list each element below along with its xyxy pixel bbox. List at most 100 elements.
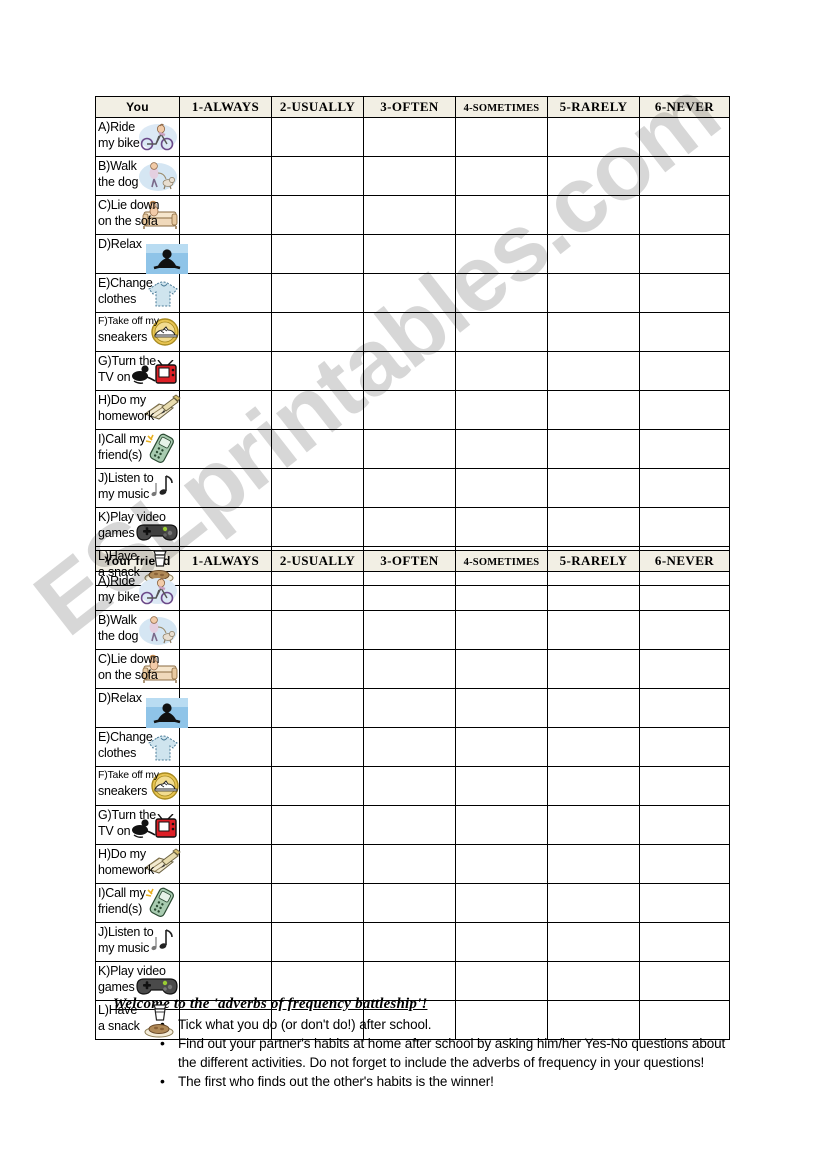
tick-cell-usually[interactable] xyxy=(271,468,364,508)
tick-cell-often[interactable] xyxy=(363,273,456,313)
tick-cell-often[interactable] xyxy=(363,649,456,689)
tick-cell-always[interactable] xyxy=(179,234,272,274)
tick-cell-rarely[interactable] xyxy=(547,234,640,274)
tick-cell-often[interactable] xyxy=(363,805,456,845)
tick-cell-sometimes[interactable] xyxy=(455,195,548,235)
tick-cell-usually[interactable] xyxy=(271,922,364,962)
tick-cell-sometimes[interactable] xyxy=(455,351,548,391)
tick-cell-rarely[interactable] xyxy=(547,649,640,689)
tick-cell-rarely[interactable] xyxy=(547,688,640,728)
tick-cell-usually[interactable] xyxy=(271,961,364,1001)
tick-cell-often[interactable] xyxy=(363,766,456,806)
tick-cell-sometimes[interactable] xyxy=(455,234,548,274)
tick-cell-never[interactable] xyxy=(639,312,730,352)
tick-cell-usually[interactable] xyxy=(271,429,364,469)
tick-cell-rarely[interactable] xyxy=(547,273,640,313)
tick-cell-never[interactable] xyxy=(639,844,730,884)
tick-cell-usually[interactable] xyxy=(271,156,364,196)
tick-cell-usually[interactable] xyxy=(271,195,364,235)
tick-cell-often[interactable] xyxy=(363,312,456,352)
tick-cell-often[interactable] xyxy=(363,195,456,235)
tick-cell-sometimes[interactable] xyxy=(455,883,548,923)
tick-cell-often[interactable] xyxy=(363,922,456,962)
tick-cell-sometimes[interactable] xyxy=(455,844,548,884)
tick-cell-sometimes[interactable] xyxy=(455,688,548,728)
tick-cell-always[interactable] xyxy=(179,844,272,884)
tick-cell-always[interactable] xyxy=(179,351,272,391)
tick-cell-never[interactable] xyxy=(639,195,730,235)
tick-cell-sometimes[interactable] xyxy=(455,727,548,767)
tick-cell-often[interactable] xyxy=(363,610,456,650)
tick-cell-usually[interactable] xyxy=(271,507,364,547)
tick-cell-usually[interactable] xyxy=(271,117,364,157)
tick-cell-often[interactable] xyxy=(363,117,456,157)
tick-cell-usually[interactable] xyxy=(271,234,364,274)
tick-cell-often[interactable] xyxy=(363,351,456,391)
tick-cell-always[interactable] xyxy=(179,727,272,767)
tick-cell-rarely[interactable] xyxy=(547,922,640,962)
tick-cell-sometimes[interactable] xyxy=(455,156,548,196)
tick-cell-sometimes[interactable] xyxy=(455,571,548,611)
tick-cell-sometimes[interactable] xyxy=(455,468,548,508)
tick-cell-always[interactable] xyxy=(179,429,272,469)
tick-cell-often[interactable] xyxy=(363,844,456,884)
tick-cell-never[interactable] xyxy=(639,649,730,689)
tick-cell-never[interactable] xyxy=(639,883,730,923)
tick-cell-rarely[interactable] xyxy=(547,507,640,547)
tick-cell-never[interactable] xyxy=(639,766,730,806)
tick-cell-always[interactable] xyxy=(179,390,272,430)
tick-cell-rarely[interactable] xyxy=(547,571,640,611)
tick-cell-always[interactable] xyxy=(179,571,272,611)
tick-cell-often[interactable] xyxy=(363,390,456,430)
tick-cell-rarely[interactable] xyxy=(547,390,640,430)
tick-cell-never[interactable] xyxy=(639,429,730,469)
tick-cell-sometimes[interactable] xyxy=(455,961,548,1001)
tick-cell-always[interactable] xyxy=(179,507,272,547)
tick-cell-never[interactable] xyxy=(639,961,730,1001)
tick-cell-often[interactable] xyxy=(363,727,456,767)
tick-cell-sometimes[interactable] xyxy=(455,117,548,157)
tick-cell-always[interactable] xyxy=(179,195,272,235)
tick-cell-rarely[interactable] xyxy=(547,883,640,923)
tick-cell-often[interactable] xyxy=(363,688,456,728)
tick-cell-always[interactable] xyxy=(179,766,272,806)
tick-cell-usually[interactable] xyxy=(271,351,364,391)
tick-cell-rarely[interactable] xyxy=(547,351,640,391)
tick-cell-sometimes[interactable] xyxy=(455,649,548,689)
tick-cell-usually[interactable] xyxy=(271,688,364,728)
tick-cell-often[interactable] xyxy=(363,429,456,469)
tick-cell-rarely[interactable] xyxy=(547,805,640,845)
tick-cell-rarely[interactable] xyxy=(547,961,640,1001)
tick-cell-usually[interactable] xyxy=(271,727,364,767)
tick-cell-never[interactable] xyxy=(639,805,730,845)
tick-cell-sometimes[interactable] xyxy=(455,610,548,650)
tick-cell-often[interactable] xyxy=(363,883,456,923)
tick-cell-never[interactable] xyxy=(639,571,730,611)
tick-cell-sometimes[interactable] xyxy=(455,273,548,313)
tick-cell-usually[interactable] xyxy=(271,610,364,650)
tick-cell-always[interactable] xyxy=(179,468,272,508)
tick-cell-never[interactable] xyxy=(639,507,730,547)
tick-cell-sometimes[interactable] xyxy=(455,922,548,962)
tick-cell-usually[interactable] xyxy=(271,766,364,806)
tick-cell-never[interactable] xyxy=(639,273,730,313)
tick-cell-often[interactable] xyxy=(363,571,456,611)
tick-cell-usually[interactable] xyxy=(271,844,364,884)
tick-cell-sometimes[interactable] xyxy=(455,429,548,469)
tick-cell-usually[interactable] xyxy=(271,649,364,689)
tick-cell-usually[interactable] xyxy=(271,805,364,845)
tick-cell-usually[interactable] xyxy=(271,312,364,352)
tick-cell-sometimes[interactable] xyxy=(455,766,548,806)
tick-cell-rarely[interactable] xyxy=(547,468,640,508)
tick-cell-rarely[interactable] xyxy=(547,195,640,235)
tick-cell-always[interactable] xyxy=(179,922,272,962)
tick-cell-rarely[interactable] xyxy=(547,312,640,352)
tick-cell-never[interactable] xyxy=(639,610,730,650)
tick-cell-always[interactable] xyxy=(179,610,272,650)
tick-cell-always[interactable] xyxy=(179,688,272,728)
tick-cell-sometimes[interactable] xyxy=(455,507,548,547)
tick-cell-never[interactable] xyxy=(639,156,730,196)
tick-cell-sometimes[interactable] xyxy=(455,390,548,430)
tick-cell-always[interactable] xyxy=(179,273,272,313)
tick-cell-never[interactable] xyxy=(639,468,730,508)
